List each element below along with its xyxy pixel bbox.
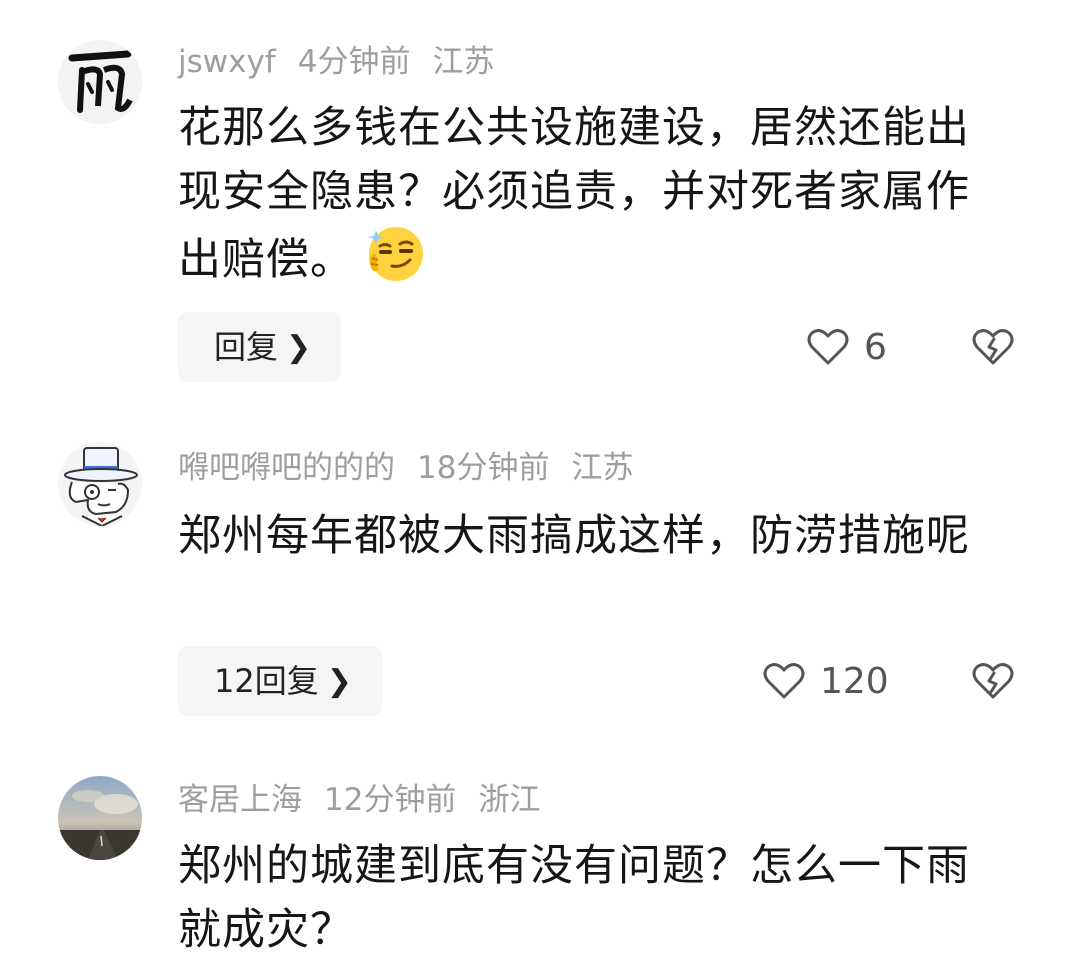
reply-button[interactable]: 回复 ❯	[178, 312, 342, 382]
reply-label: 12回复	[214, 662, 319, 700]
comment-text-content: 郑州每年都被大雨搞成这样，防涝措施呢	[178, 511, 970, 561]
reply-label: 回复	[214, 328, 279, 366]
location: 江苏	[432, 44, 495, 80]
location: 江苏	[571, 450, 634, 486]
avatar[interactable]	[58, 442, 142, 526]
timestamp: 12分钟前	[324, 782, 457, 818]
comment-item: jswxyf 4分钟前 江苏 花那么多钱在公共设施建设，居然还能出现安全隐患？必须追…	[0, 0, 1080, 400]
comment-text-content: 郑州的城建到底有没有问题？怎么一下雨就成灾？	[178, 841, 970, 955]
dislike-button[interactable]	[970, 312, 1016, 382]
broken-heart-icon	[972, 663, 1014, 699]
heart-outline-icon	[807, 329, 849, 365]
comment-text-content: 花那么多钱在公共设施建设，居然还能出现安全隐患？必须追责，并对死者家属作出赔偿。	[178, 103, 970, 285]
comment-meta: jswxyf 4分钟前 江苏	[178, 42, 516, 82]
like-button[interactable]: 6	[806, 312, 887, 382]
comment-text: 郑州的城建到底有没有问题？怎么一下雨就成灾？	[178, 834, 1008, 962]
timestamp: 4分钟前	[297, 44, 411, 80]
sky-road-avatar-icon	[58, 776, 142, 860]
like-count: 120	[820, 660, 889, 702]
heart-outline-icon	[763, 663, 805, 699]
username[interactable]: jswxyf	[178, 44, 276, 80]
cartoon-detective-avatar-icon	[58, 442, 142, 526]
dislike-button[interactable]	[970, 646, 1016, 716]
chevron-right-icon: ❯	[286, 330, 312, 365]
reply-button[interactable]: 12回复 ❯	[178, 646, 382, 716]
username[interactable]: 嘚吧嘚吧的的的	[178, 450, 395, 486]
avatar[interactable]	[58, 40, 142, 124]
calligraphy-avatar-icon	[58, 40, 142, 124]
chevron-right-icon: ❯	[326, 664, 352, 699]
like-count: 6	[864, 326, 887, 368]
smirk-emoji-icon	[362, 224, 426, 302]
like-button[interactable]: 120	[762, 646, 889, 716]
username[interactable]: 客居上海	[178, 782, 302, 818]
avatar[interactable]	[58, 776, 142, 860]
broken-heart-icon	[972, 329, 1014, 365]
location: 浙江	[478, 782, 541, 818]
comment-meta: 客居上海 12分钟前 浙江	[178, 780, 562, 820]
timestamp: 18分钟前	[417, 450, 550, 486]
comment-text: 花那么多钱在公共设施建设，居然还能出现安全隐患？必须追责，并对死者家属作出赔偿。	[178, 96, 1008, 302]
comment-meta: 嘚吧嘚吧的的的 18分钟前 江苏	[178, 448, 655, 488]
comment-text: 郑州每年都被大雨搞成这样，防涝措施呢	[178, 504, 1008, 568]
